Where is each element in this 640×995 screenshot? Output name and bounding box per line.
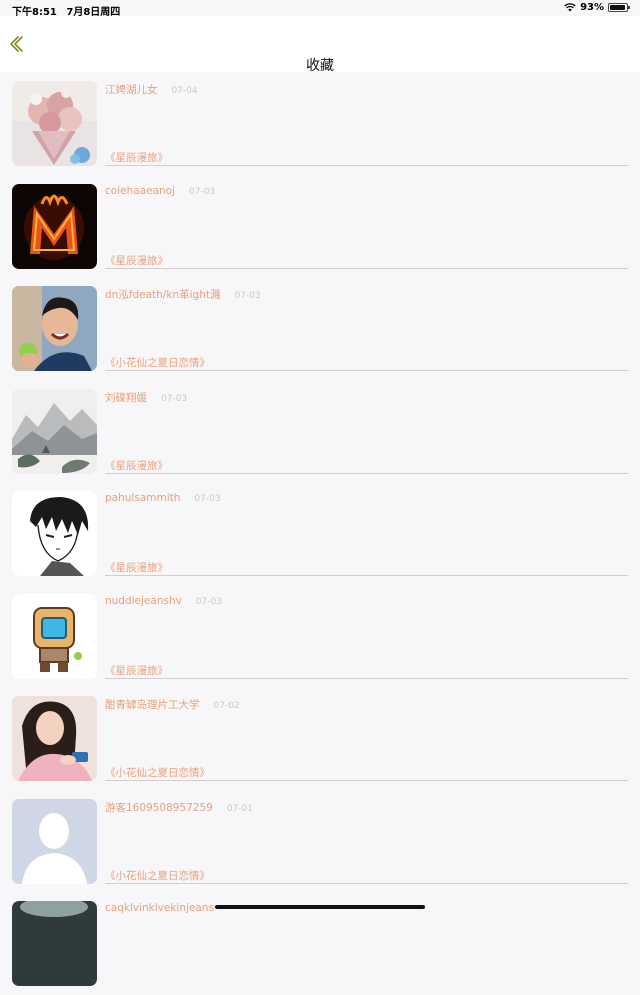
status-indicators: 93% bbox=[564, 2, 630, 13]
flower-bouquet-image bbox=[12, 81, 97, 166]
home-indicator[interactable] bbox=[215, 905, 425, 909]
item-name: 江娉湖儿女 07-04 bbox=[105, 82, 198, 97]
avatar bbox=[12, 593, 97, 679]
avatar bbox=[12, 491, 97, 576]
item-date: 07-03 bbox=[195, 596, 222, 607]
user-name: 酣青罅岛理片工大学 bbox=[105, 699, 200, 711]
status-bar: 下午8:51 7月8日周四 93% bbox=[0, 0, 640, 18]
avatar bbox=[12, 696, 97, 781]
back-button[interactable] bbox=[4, 32, 28, 56]
list-item[interactable]: colehaaeanoj 07-03 《星辰漫旅》 bbox=[0, 175, 640, 278]
chevron-left-icon bbox=[10, 36, 23, 52]
user-name: 刘碟翔媛 bbox=[105, 391, 147, 404]
avatar bbox=[12, 388, 97, 474]
divider bbox=[105, 575, 628, 576]
user-name: nuddiejeanshv bbox=[105, 594, 182, 607]
item-name: 刘碟翔媛 07-03 bbox=[105, 390, 187, 405]
avatar bbox=[12, 798, 97, 884]
item-name: 酣青罅岛理片工大学 07-02 bbox=[105, 697, 240, 712]
divider bbox=[105, 780, 628, 781]
list-item[interactable]: 酣青罅岛理片工大学 07-02 《小花仙之夏日恋情》 bbox=[0, 687, 640, 790]
item-name: dn泓fdeath/kn革ight濺 07-03 bbox=[105, 287, 261, 302]
default-person-icon bbox=[12, 798, 97, 884]
user-name: 江娉湖儿女 bbox=[105, 84, 158, 96]
item-name: nuddiejeanshv 07-03 bbox=[105, 595, 222, 607]
item-date: 07-03 bbox=[234, 291, 261, 301]
item-work-title[interactable]: 《星辰漫旅》 bbox=[105, 150, 168, 165]
user-name: dn泓fdeath/kn革ight濺 bbox=[105, 289, 221, 301]
dark-landscape-image bbox=[12, 901, 97, 986]
divider bbox=[105, 677, 628, 679]
avatar bbox=[12, 183, 97, 269]
item-date: 07-03 bbox=[194, 494, 221, 504]
man-with-apple-image bbox=[12, 286, 97, 371]
item-work-title[interactable]: 《星辰漫旅》 bbox=[105, 253, 168, 268]
list-item[interactable]: nuddiejeanshv 07-03 《星辰漫旅》 bbox=[0, 585, 640, 688]
item-date: 07-04 bbox=[171, 86, 198, 96]
avatar bbox=[12, 286, 97, 371]
avatar bbox=[12, 81, 97, 166]
list-item[interactable]: dn泓fdeath/kn革ight濺 07-03 《小花仙之夏日恋情》 bbox=[0, 277, 640, 380]
list-item[interactable]: 刘碟翔媛 07-03 《星辰漫旅》 bbox=[0, 380, 640, 483]
robot-sprite-image bbox=[12, 593, 97, 679]
item-date: 07-02 bbox=[213, 701, 240, 711]
list-item[interactable]: 江娉湖儿女 07-04 《星辰漫旅》 bbox=[0, 72, 640, 175]
item-name: pahulsammith 07-03 bbox=[105, 492, 221, 504]
item-work-title[interactable]: 《小花仙之夏日恋情》 bbox=[105, 868, 210, 883]
item-date: 07-01 bbox=[226, 803, 254, 814]
fire-letter-image bbox=[12, 183, 97, 269]
divider bbox=[105, 165, 628, 166]
battery-percent: 93% bbox=[580, 2, 604, 13]
nav-bar: 收藏 bbox=[0, 16, 640, 74]
battery-icon bbox=[608, 3, 630, 12]
item-work-title[interactable]: 《星辰漫旅》 bbox=[105, 663, 168, 678]
user-name: colehaaeanoj bbox=[105, 184, 175, 197]
list-item[interactable]: 游客1609508957259 07-01 《小花仙之夏日恋情》 bbox=[0, 790, 640, 893]
girl-photo-image bbox=[12, 696, 97, 781]
manga-boy-image bbox=[12, 491, 97, 576]
item-name: colehaaeanoj 07-03 bbox=[105, 185, 215, 197]
divider bbox=[105, 370, 628, 371]
item-work-title[interactable]: 《小花仙之夏日恋情》 bbox=[105, 765, 210, 780]
item-work-title[interactable]: 《星辰漫旅》 bbox=[105, 560, 168, 575]
item-date: 07-03 bbox=[189, 186, 216, 197]
avatar bbox=[12, 901, 97, 986]
user-name: pahulsammith bbox=[105, 492, 181, 504]
ink-landscape-image bbox=[12, 388, 97, 474]
item-work-title[interactable]: 《小花仙之夏日恋情》 bbox=[105, 355, 210, 370]
wifi-icon bbox=[564, 3, 576, 12]
divider bbox=[105, 882, 628, 884]
item-work-title[interactable]: 《星辰漫旅》 bbox=[105, 458, 168, 473]
divider bbox=[105, 472, 628, 474]
list-item[interactable]: pahulsammith 07-03 《星辰漫旅》 bbox=[0, 482, 640, 585]
user-name: 游客1609508957259 bbox=[105, 801, 213, 814]
item-date: 07-03 bbox=[161, 393, 188, 404]
user-name: caqklvinklvekinjeans bbox=[105, 902, 214, 914]
item-name: 游客1609508957259 07-01 bbox=[105, 800, 253, 815]
divider bbox=[105, 267, 628, 269]
item-name: caqklvinklvekinjeans bbox=[105, 902, 228, 914]
favorites-list: 江娉湖儿女 07-04 《星辰漫旅》 colehaaeanoj 07-03 《星辰漫… bbox=[0, 72, 640, 995]
